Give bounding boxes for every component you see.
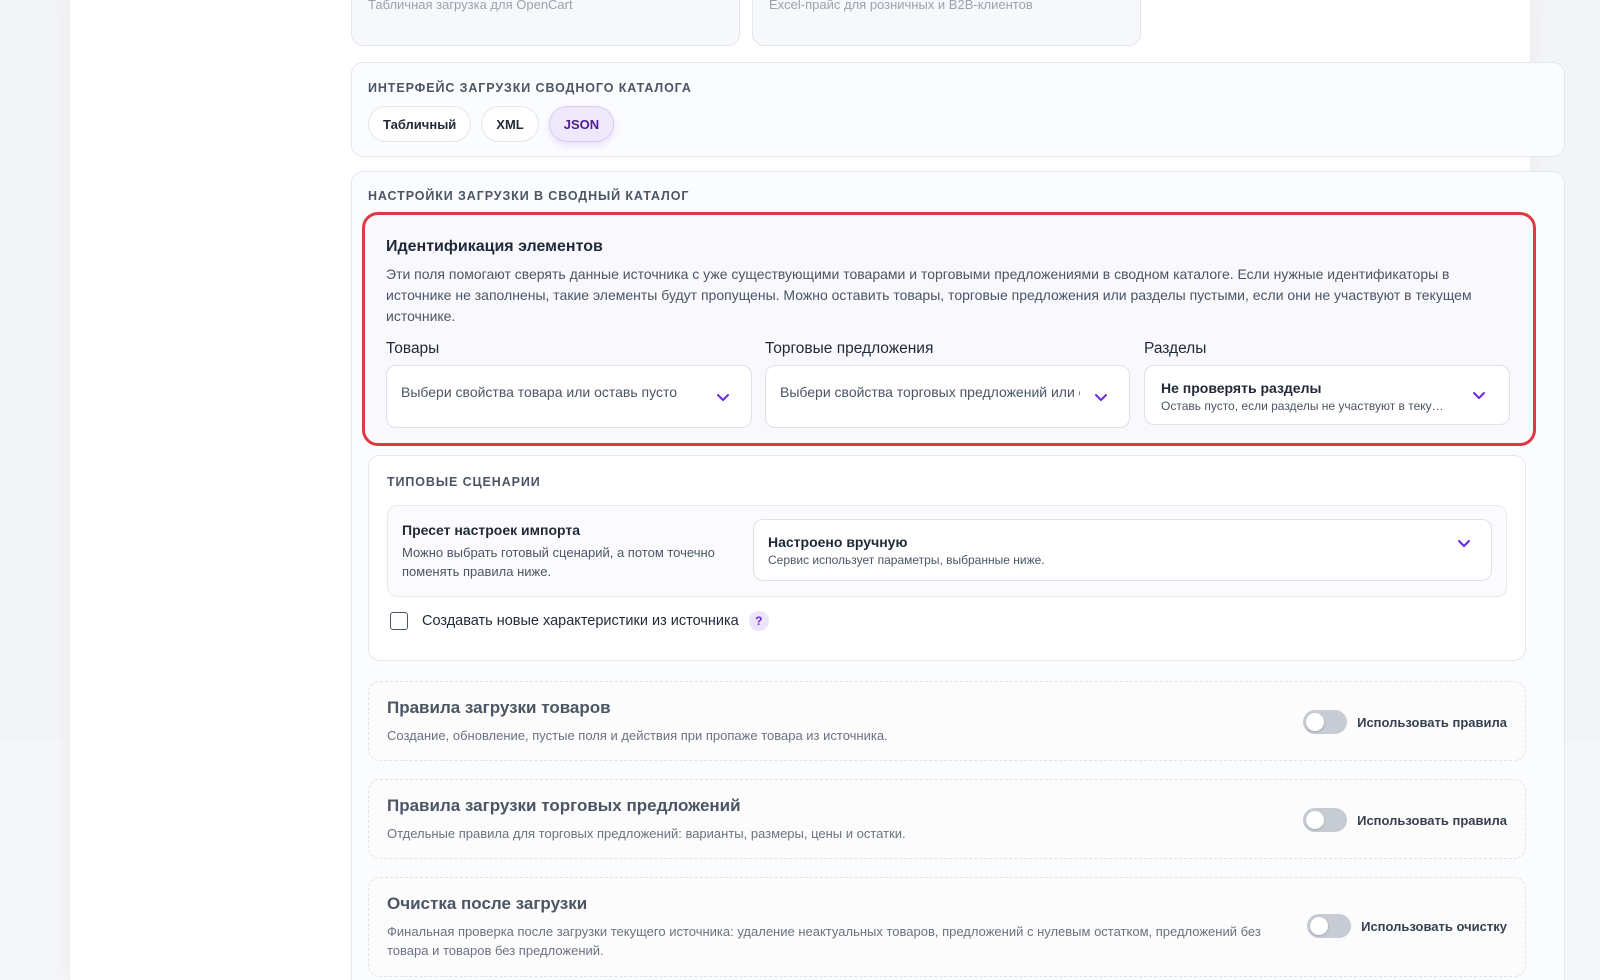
cleanup-card: Очистка после загрузки Финальная проверк… (368, 877, 1526, 977)
offers-select[interactable]: Выбери свойства торговых предложений или… (765, 365, 1130, 428)
product-rules-toggle[interactable] (1303, 710, 1348, 734)
sections-label: Разделы (1144, 340, 1207, 357)
identification-description: Эти поля помогают сверять данные источни… (386, 266, 1472, 324)
identification-block: Идентификация элементов Эти поля помогаю… (362, 212, 1536, 446)
option-xml[interactable]: XML (481, 106, 539, 142)
cleanup-toggle-row: Использовать очистку (1307, 914, 1507, 938)
sections-select[interactable]: Не проверять разделы Оставь пусто, если … (1144, 365, 1510, 425)
create-characteristics-checkbox[interactable] (390, 612, 408, 630)
option-tabular[interactable]: Табличный (368, 106, 472, 142)
page-container: Табличная загрузка для OpenCart Excel-пр… (70, 0, 1565, 980)
offer-rules-toggle[interactable] (1303, 808, 1348, 832)
typical-scenarios-block: ТИПОВЫЕ СЦЕНАРИИ Пресет настроек импорта… (368, 455, 1526, 661)
chevron-down-icon (1456, 535, 1472, 551)
sections-value: Не проверять разделы (1161, 380, 1322, 396)
option-json[interactable]: JSON (548, 106, 615, 142)
cleanup-toggle[interactable] (1307, 914, 1352, 938)
offer-rules-toggle-label[interactable]: Использовать правила (1357, 813, 1507, 828)
product-rules-toggle-label[interactable]: Использовать правила (1357, 715, 1507, 730)
offer-rules-description: Отдельные правила для торговых предложен… (387, 826, 906, 841)
cleanup-toggle-label[interactable]: Использовать очистку (1361, 919, 1507, 934)
product-rules-card: Правила загрузки товаров Создание, обнов… (368, 681, 1526, 761)
preset-value: Настроено вручную (768, 534, 908, 550)
template-card-text: Excel-прайс для розничных и B2B-клиентов (769, 0, 1033, 12)
offers-placeholder: Выбери свойства торговых предложений или… (780, 384, 1080, 400)
product-rules-title: Правила загрузки товаров (387, 698, 611, 717)
interface-panel: ИНТЕРФЕЙС ЗАГРУЗКИ СВОДНОГО КАТАЛОГА Таб… (351, 62, 1565, 157)
interface-section-title: ИНТЕРФЕЙС ЗАГРУЗКИ СВОДНОГО КАТАЛОГА (368, 81, 692, 95)
settings-section-title: НАСТРОЙКИ ЗАГРУЗКИ В СВОДНЫЙ КАТАЛОГ (368, 189, 690, 203)
create-characteristics-label[interactable]: Создавать новые характеристики из источн… (422, 613, 739, 629)
typical-scenarios-title: ТИПОВЫЕ СЦЕНАРИИ (387, 475, 541, 489)
chevron-down-icon (1471, 387, 1487, 403)
template-card-text: Табличная загрузка для OpenCart (368, 0, 573, 12)
products-label: Товары (386, 340, 440, 357)
chevron-down-icon (715, 389, 731, 405)
preset-title: Пресет настроек импорта (402, 522, 581, 538)
preset-hint: Сервис использует параметры, выбранные н… (768, 553, 1045, 567)
preset-description: Можно выбрать готовый сценарий, а потом … (402, 545, 715, 579)
offer-rules-title: Правила загрузки торговых предложений (387, 796, 741, 815)
template-card-excel[interactable]: Excel-прайс для розничных и B2B-клиентов (752, 0, 1141, 46)
product-rules-description: Создание, обновление, пустые поля и дейс… (387, 728, 888, 743)
offer-rules-card: Правила загрузки торговых предложений От… (368, 779, 1526, 859)
cleanup-title: Очистка после загрузки (387, 894, 588, 913)
products-placeholder: Выбери свойства товара или оставь пусто (401, 384, 677, 400)
offers-label: Торговые предложения (765, 340, 934, 357)
sections-hint: Оставь пусто, если разделы не участвуют … (1161, 399, 1451, 413)
product-rules-toggle-row: Использовать правила (1303, 710, 1507, 734)
interface-options: Табличный XML JSON (368, 106, 615, 142)
settings-panel: НАСТРОЙКИ ЗАГРУЗКИ В СВОДНЫЙ КАТАЛОГ Иде… (351, 171, 1565, 980)
chevron-down-icon (1093, 389, 1109, 405)
help-icon[interactable]: ? (748, 611, 769, 631)
offer-rules-toggle-row: Использовать правила (1303, 808, 1507, 832)
template-card-opencart[interactable]: Табличная загрузка для OpenCart (351, 0, 740, 46)
preset-row: Пресет настроек импорта Можно выбрать го… (387, 505, 1507, 597)
cleanup-description: Финальная проверка после загрузки текуще… (387, 924, 1261, 958)
products-select[interactable]: Выбери свойства товара или оставь пусто (386, 365, 752, 428)
preset-select[interactable]: Настроено вручную Сервис использует пара… (753, 519, 1492, 581)
identification-title: Идентификация элементов (386, 238, 603, 255)
create-characteristics-row: Создавать новые характеристики из источн… (390, 611, 769, 631)
